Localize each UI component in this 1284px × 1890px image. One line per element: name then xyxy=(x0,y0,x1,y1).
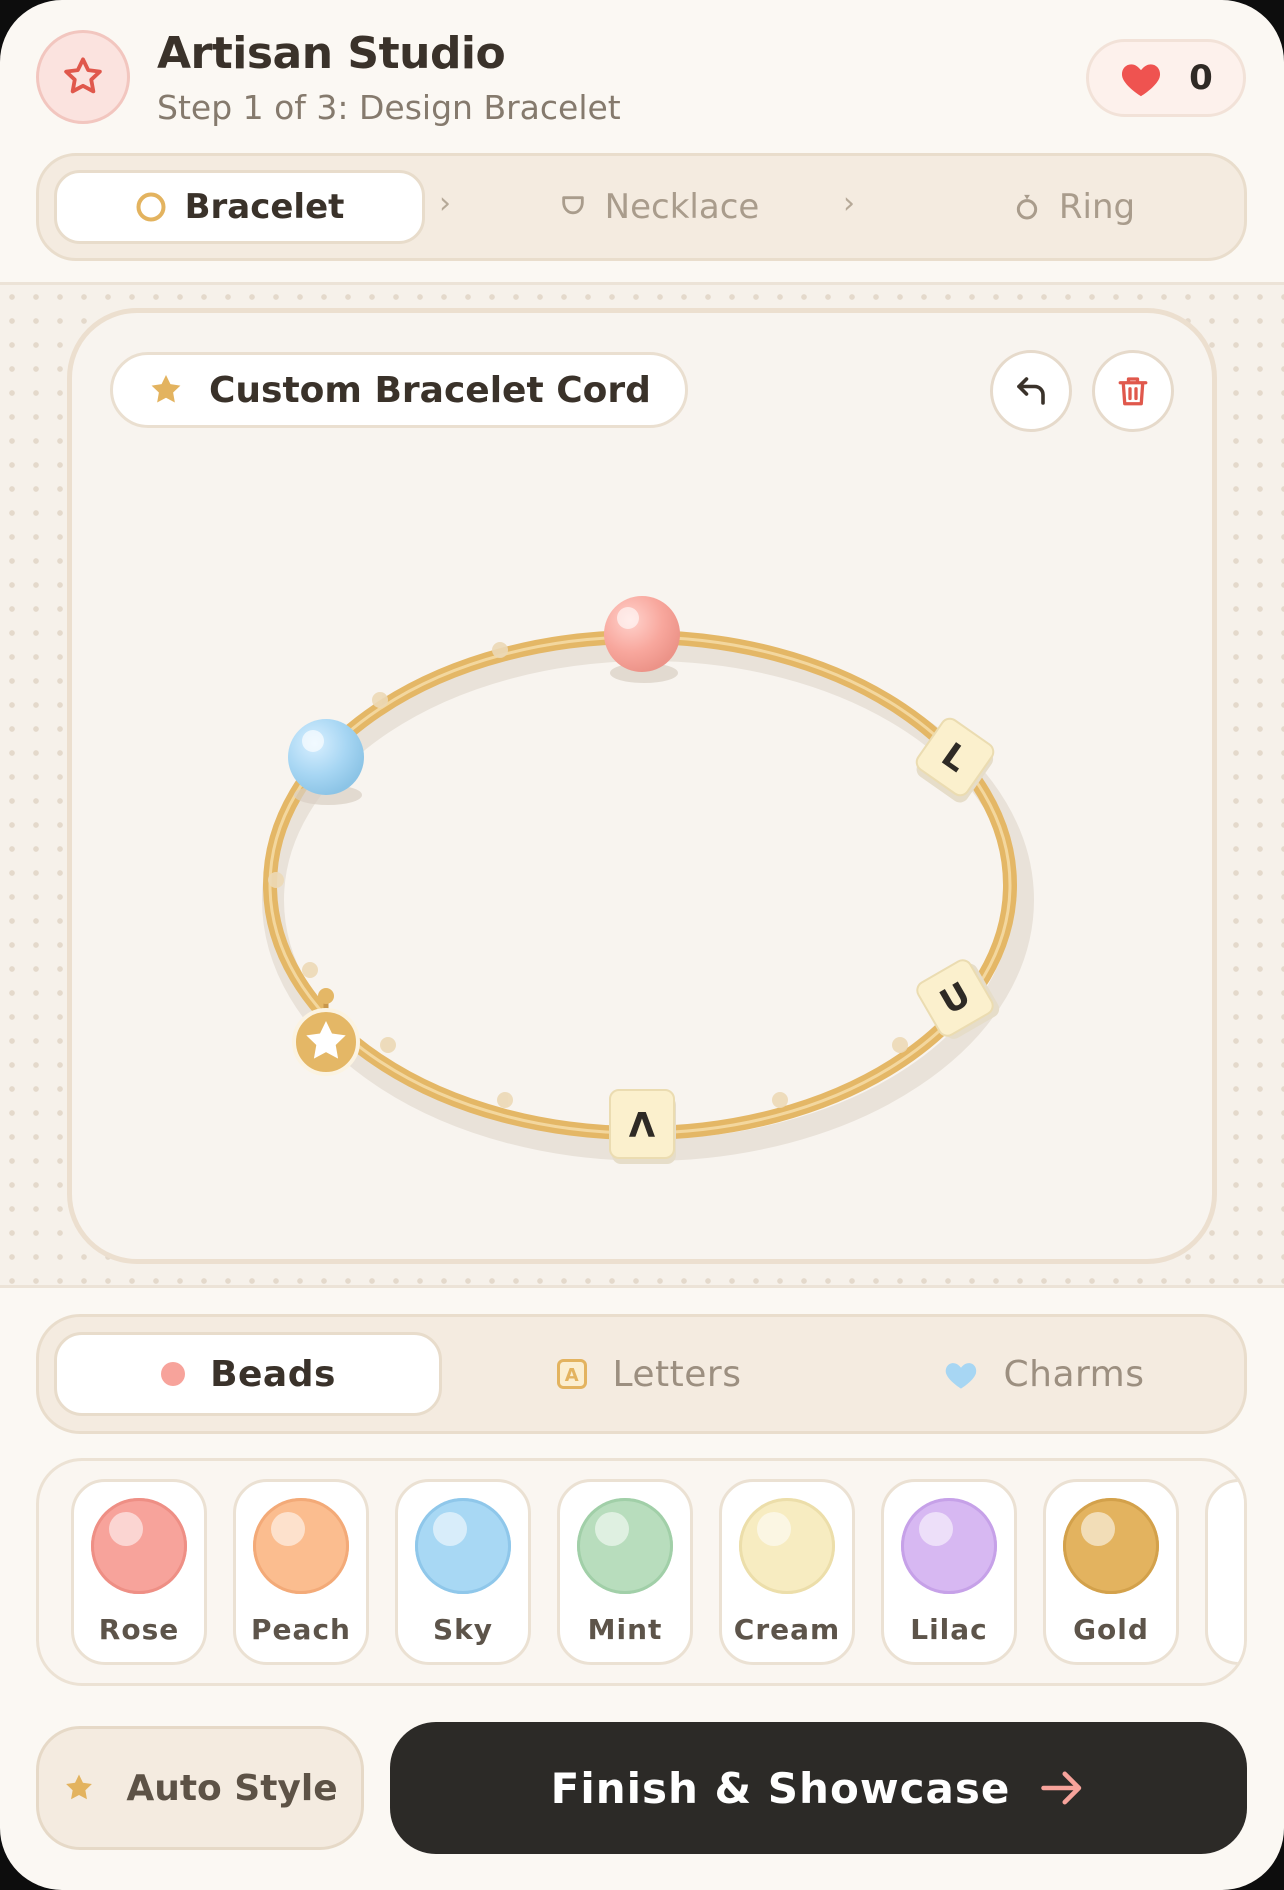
swatch-mint[interactable]: Mint xyxy=(557,1479,693,1665)
chevron-right-icon: › xyxy=(439,186,451,221)
bead-swatch-ball xyxy=(739,1498,835,1594)
chevron-right-icon: › xyxy=(843,186,855,221)
auto-style-label: Auto Style xyxy=(126,1767,338,1809)
tab-label: Necklace xyxy=(604,187,760,227)
step-tabs: Bracelet › Necklace › Ring xyxy=(36,153,1247,261)
bead-swatch-ball xyxy=(577,1498,673,1594)
swatch-more[interactable] xyxy=(1205,1479,1244,1665)
likes-counter[interactable]: 0 xyxy=(1086,39,1246,117)
bead-rose[interactable] xyxy=(604,596,680,683)
cord-label-text: Custom Bracelet Cord xyxy=(209,369,651,411)
swatch-label: Peach xyxy=(251,1613,351,1646)
bead-swatch-ball xyxy=(1063,1498,1159,1594)
material-tabs: Beads A Letters Charms xyxy=(36,1314,1247,1434)
arrow-right-icon xyxy=(1041,1771,1082,1805)
bead-swatch-ball xyxy=(415,1498,511,1594)
heart-icon xyxy=(946,1363,977,1389)
swatch-sky[interactable]: Sky xyxy=(395,1479,531,1665)
swatch-label: Mint xyxy=(587,1613,663,1646)
finish-showcase-button[interactable]: Finish & Showcase xyxy=(390,1722,1247,1854)
undo-icon xyxy=(1017,377,1045,405)
swatch-label: Cream xyxy=(733,1613,841,1646)
dot-icon xyxy=(161,1362,186,1386)
undo-button[interactable] xyxy=(990,350,1072,432)
swatch-cream[interactable]: Cream xyxy=(719,1479,855,1665)
delete-button[interactable] xyxy=(1092,350,1174,432)
swatch-peach[interactable]: Peach xyxy=(233,1479,369,1665)
tab-necklace[interactable]: Necklace xyxy=(509,170,809,244)
bead-swatch-ball xyxy=(901,1498,997,1594)
ring-icon xyxy=(1016,194,1038,220)
bead-swatch-ball xyxy=(253,1498,349,1594)
tab-label: Letters xyxy=(612,1353,742,1395)
tab-beads[interactable]: Beads xyxy=(54,1332,442,1416)
tab-label: Bracelet xyxy=(184,187,345,227)
bead-sky[interactable] xyxy=(288,719,364,805)
svg-text:V: V xyxy=(628,1103,655,1143)
star-outline-icon xyxy=(64,57,102,94)
tab-charms[interactable]: Charms xyxy=(934,1332,1154,1416)
finish-label: Finish & Showcase xyxy=(550,1763,1011,1813)
star-icon xyxy=(66,1774,93,1800)
heart-icon xyxy=(1122,64,1161,97)
cord-label: Custom Bracelet Cord xyxy=(110,352,688,428)
letter-bead[interactable]: V xyxy=(609,1089,676,1164)
swatch-rose[interactable]: Rose xyxy=(71,1479,207,1665)
svg-text:A: A xyxy=(565,1365,579,1386)
tab-label: Ring xyxy=(1058,187,1136,227)
bead-swatch-ball xyxy=(91,1498,187,1594)
bead-palette: Rose Peach Sky Mint Cream Lilac Gold xyxy=(36,1458,1247,1686)
swatch-label: Lilac xyxy=(910,1613,988,1646)
tab-label: Charms xyxy=(1003,1353,1145,1395)
swatch-gold[interactable]: Gold xyxy=(1043,1479,1179,1665)
swatch-label: Sky xyxy=(432,1613,494,1646)
letter-a-icon: A xyxy=(557,1359,588,1389)
swatch-label: Gold xyxy=(1073,1613,1149,1646)
ring-outline-icon xyxy=(136,192,166,222)
likes-count: 0 xyxy=(1189,58,1213,98)
tab-ring[interactable]: Ring xyxy=(974,170,1174,244)
app-title: Artisan Studio xyxy=(157,28,506,79)
star-icon xyxy=(151,374,181,403)
step-subtitle: Step 1 of 3: Design Bracelet xyxy=(157,88,621,127)
tab-label: Beads xyxy=(210,1353,336,1395)
app-window: Artisan Studio Step 1 of 3: Design Brace… xyxy=(0,0,1284,1890)
trash-icon xyxy=(1118,377,1148,406)
necklace-icon xyxy=(561,196,584,215)
logo-badge xyxy=(36,30,130,124)
auto-style-button[interactable]: Auto Style xyxy=(36,1726,364,1850)
swatch-label: Rose xyxy=(98,1613,180,1646)
swatch-lilac[interactable]: Lilac xyxy=(881,1479,1017,1665)
tab-bracelet[interactable]: Bracelet xyxy=(54,170,425,244)
tab-letters[interactable]: A Letters xyxy=(539,1332,759,1416)
